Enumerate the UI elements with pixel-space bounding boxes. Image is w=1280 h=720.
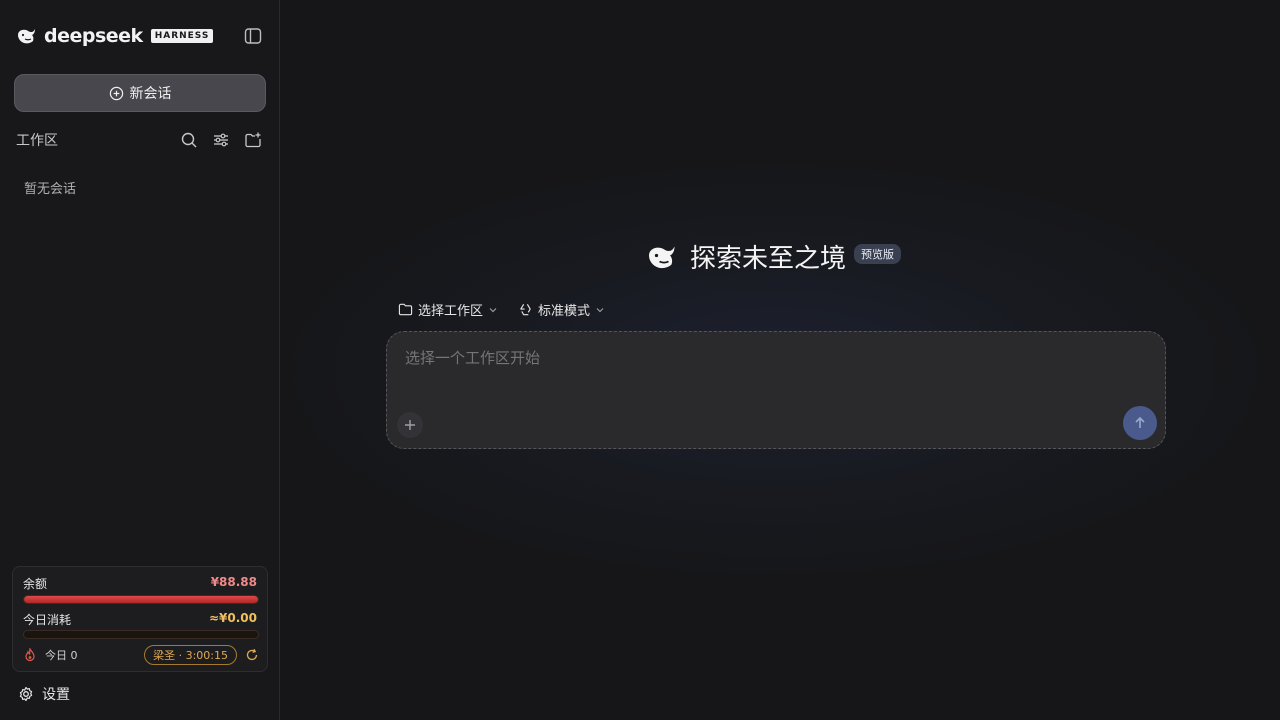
empty-sessions-text: 暂无会话 [24,182,77,197]
today-spend-label: 今日消耗 [23,613,72,627]
plus-circle-icon [109,86,123,100]
balance-row: 余额 ¥88.88 [23,575,257,592]
settings-label: 设置 [42,687,70,703]
chevron-down-icon [489,307,497,312]
new-chat-button[interactable]: 新会话 [14,74,266,112]
plus-icon [405,420,415,430]
hero-title: 探索未至之境 [690,244,847,274]
whale-logo-icon [649,246,675,268]
balance-label: 余额 [23,577,48,591]
timer-badge[interactable]: 梁圣 · 3:00:15 [144,645,237,665]
today-spend-row: 今日消耗 ≈¥0.00 [23,611,257,628]
brand-logo[interactable]: deepseek HARNESS [16,24,214,48]
search-icon[interactable] [180,131,198,149]
preview-badge: 预览版 [854,243,902,264]
hero-heading: 探索未至之境 预览版 [646,238,902,275]
balance-value: ¥88.88 [210,575,257,589]
new-folder-icon[interactable] [244,131,262,149]
chevron-down-icon [596,307,604,312]
attach-button[interactable] [397,412,423,438]
refresh-icon[interactable] [245,648,259,662]
composer-toolbar: 选择工作区 标准模式 [398,300,605,319]
whale-logo-icon [18,29,35,44]
mode-select-label: 标准模式 [538,304,591,319]
harness-badge: HARNESS [150,29,214,43]
balance-bar-fill [24,596,258,603]
arrow-up-icon [1135,416,1145,428]
send-button[interactable] [1123,406,1157,440]
folder-icon [398,303,413,316]
app-window: deepseek HARNESS 新会话 工作区 暂无会话 余额 ¥88.88 … [0,0,1280,720]
usage-footer: 今日 0 梁圣 · 3:00:15 [23,645,259,665]
main-area: 探索未至之境 预览版 选择工作区 标准模式 [280,0,1280,720]
mode-select[interactable]: 标准模式 [518,300,605,319]
today-count: 今日 0 [45,649,78,662]
workspace-select-label: 选择工作区 [418,304,484,319]
gear-icon [19,686,33,702]
message-composer [386,331,1166,449]
workspace-title: 工作区 [16,133,58,149]
workspace-actions [180,131,262,149]
balance-card: 余额 ¥88.88 今日消耗 ≈¥0.00 今日 0 梁圣 · 3:00:15 [12,566,268,672]
today-spend-value: ≈¥0.00 [208,611,257,625]
filter-sliders-icon[interactable] [212,131,230,149]
sidebar: deepseek HARNESS 新会话 工作区 暂无会话 余额 ¥88.88 … [0,0,280,720]
workspace-select[interactable]: 选择工作区 [398,300,498,319]
settings-button[interactable]: 设置 [18,684,70,704]
new-chat-label: 新会话 [129,86,172,102]
sidebar-toggle-icon[interactable] [244,27,262,45]
balance-bar [23,595,259,604]
brand-wordmark: deepseek [44,25,143,47]
today-spend-bar [23,630,259,639]
composer-input[interactable] [403,348,1103,368]
recycle-icon [520,304,531,316]
flame-icon [25,648,35,662]
